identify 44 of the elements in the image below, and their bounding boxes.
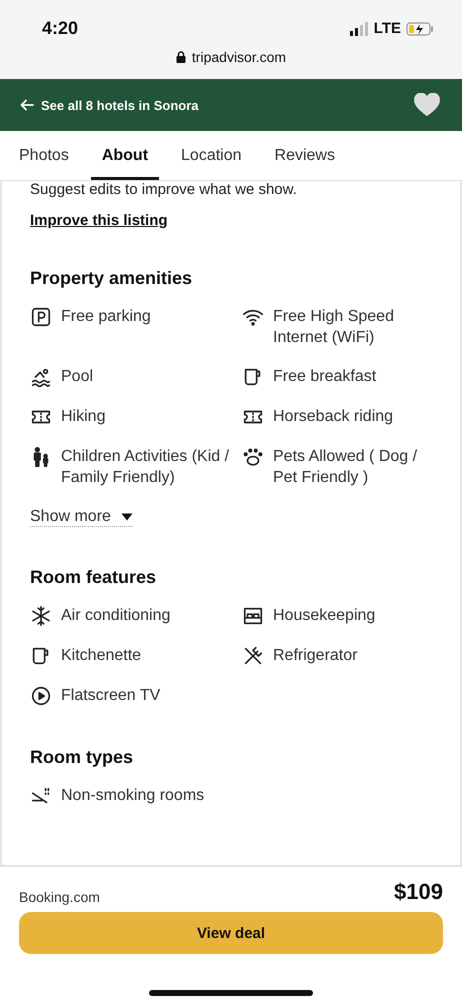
view-deal-button[interactable]: View deal: [19, 912, 443, 954]
amenity-label: Free breakfast: [273, 367, 376, 387]
url-text: tripadvisor.com: [192, 49, 286, 65]
section-title: Room types: [30, 747, 134, 768]
amenity-label: Pets Allowed ( Dog / Pet Friendly ): [273, 447, 418, 488]
amenity-label: Horseback riding: [273, 407, 394, 427]
amenity-label: Flatscreen TV: [61, 686, 160, 706]
battery-icon: [406, 22, 434, 36]
amenity-label: Pool: [61, 367, 94, 387]
parking-icon: [30, 306, 52, 328]
back-link[interactable]: See all 8 hotels in Sonora: [20, 98, 198, 112]
provider-name: Booking.com: [19, 889, 100, 905]
amenity-label: Kitchenette: [61, 646, 142, 666]
amenity-label: Refrigerator: [273, 646, 358, 666]
price: $109: [394, 879, 443, 905]
network-label: LTE: [374, 20, 401, 37]
utensils-icon: [242, 645, 264, 667]
tab[interactable]: Reviews: [274, 131, 335, 180]
amenity-label: Hiking: [61, 407, 106, 427]
caret-icon: [120, 513, 133, 521]
intro-text: Suggest edits to improve what we show.: [30, 181, 298, 199]
signal-icon: [348, 22, 369, 36]
play-icon: [30, 685, 52, 707]
tab[interactable]: Location: [181, 131, 242, 180]
swimmer-icon: [30, 366, 52, 388]
heart-icon[interactable]: [414, 93, 440, 117]
amenity-label: Housekeeping: [273, 606, 376, 626]
section-title: Property amenities: [30, 268, 194, 289]
amenity-label: Free parking: [61, 307, 151, 327]
tab[interactable]: About: [90, 131, 160, 180]
tab[interactable]: Photos: [19, 131, 69, 180]
lock-icon: [176, 51, 186, 63]
show-more-link[interactable]: Show more: [30, 508, 133, 527]
amenity-label: Children Activities (Kid / Family Friendly): [61, 447, 230, 488]
back-arrow-icon: [20, 99, 34, 111]
paw-icon: [242, 446, 264, 468]
bed-icon: [242, 605, 264, 627]
snowflake-icon: [30, 605, 52, 627]
amenity-label: Air conditioning: [61, 606, 170, 626]
amenity-label: Free High Speed Internet (WiFi): [273, 307, 395, 348]
section-title: Room features: [30, 567, 158, 588]
improve-link[interactable]: Improve this listing: [30, 212, 168, 229]
status-time: 4:20: [42, 18, 78, 39]
amenity-label: Non-smoking rooms: [61, 786, 204, 806]
